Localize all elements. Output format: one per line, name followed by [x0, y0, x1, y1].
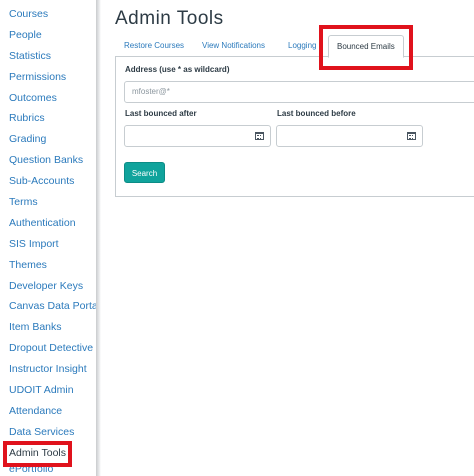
- last-bounced-after-input[interactable]: [124, 125, 271, 147]
- calendar-icon[interactable]: [407, 132, 416, 140]
- tab-bounced-emails[interactable]: Bounced Emails: [328, 35, 404, 58]
- last-bounced-before-label: Last bounced before: [277, 109, 356, 118]
- sidebar-item-admin-tools[interactable]: Admin Tools: [0, 443, 96, 464]
- tab-restore-courses[interactable]: Restore Courses: [124, 35, 184, 57]
- sidebar-item-permissions[interactable]: Permissions: [0, 67, 96, 88]
- tab-bar: Restore Courses View Notifications Loggi…: [115, 35, 474, 58]
- account-sidebar: Courses People Statistics Permissions Ou…: [0, 0, 100, 476]
- sidebar-item-sis-import[interactable]: SIS Import: [0, 234, 96, 255]
- sidebar-item-question-banks[interactable]: Question Banks: [0, 150, 96, 171]
- sidebar-item-eportfolio[interactable]: ePortfolio: [0, 462, 53, 476]
- address-input[interactable]: mfoster@*: [124, 81, 474, 103]
- sidebar-item-attendance[interactable]: Attendance: [0, 401, 96, 422]
- last-bounced-after-label: Last bounced after: [125, 109, 197, 118]
- sidebar-item-people[interactable]: People: [0, 25, 96, 46]
- bounced-emails-panel: Address (use * as wildcard) mfoster@* La…: [115, 57, 474, 197]
- sidebar-item-udoit-admin[interactable]: UDOIT Admin: [0, 380, 96, 401]
- sidebar-item-sub-accounts[interactable]: Sub-Accounts: [0, 171, 96, 192]
- search-button[interactable]: Search: [124, 162, 165, 183]
- sidebar-item-item-banks[interactable]: Item Banks: [0, 317, 96, 338]
- address-label: Address (use * as wildcard): [125, 65, 230, 74]
- sidebar-item-rubrics[interactable]: Rubrics: [0, 108, 96, 129]
- sidebar-nav-list: Courses People Statistics Permissions Ou…: [0, 4, 100, 464]
- sidebar-item-canvas-data-portal[interactable]: Canvas Data Portal: [0, 296, 100, 317]
- sidebar-item-courses[interactable]: Courses: [0, 4, 96, 25]
- sidebar-item-grading[interactable]: Grading: [0, 129, 96, 150]
- sidebar-item-authentication[interactable]: Authentication: [0, 213, 96, 234]
- main-content: Admin Tools Restore Courses View Notific…: [101, 0, 474, 476]
- sidebar-item-themes[interactable]: Themes: [0, 255, 96, 276]
- tab-logging[interactable]: Logging: [288, 35, 316, 57]
- sidebar-item-statistics[interactable]: Statistics: [0, 46, 96, 67]
- sidebar-item-dropout-detective[interactable]: Dropout Detective: [0, 338, 96, 359]
- last-bounced-before-input[interactable]: [276, 125, 423, 147]
- sidebar-item-outcomes[interactable]: Outcomes: [0, 88, 96, 109]
- sidebar-item-instructor-insight[interactable]: Instructor Insight: [0, 359, 96, 380]
- sidebar-item-developer-keys[interactable]: Developer Keys: [0, 276, 96, 297]
- page-title: Admin Tools: [115, 8, 224, 29]
- sidebar-item-terms[interactable]: Terms: [0, 192, 96, 213]
- sidebar-item-data-services[interactable]: Data Services: [0, 422, 96, 443]
- calendar-icon[interactable]: [255, 132, 264, 140]
- tab-view-notifications[interactable]: View Notifications: [202, 35, 265, 57]
